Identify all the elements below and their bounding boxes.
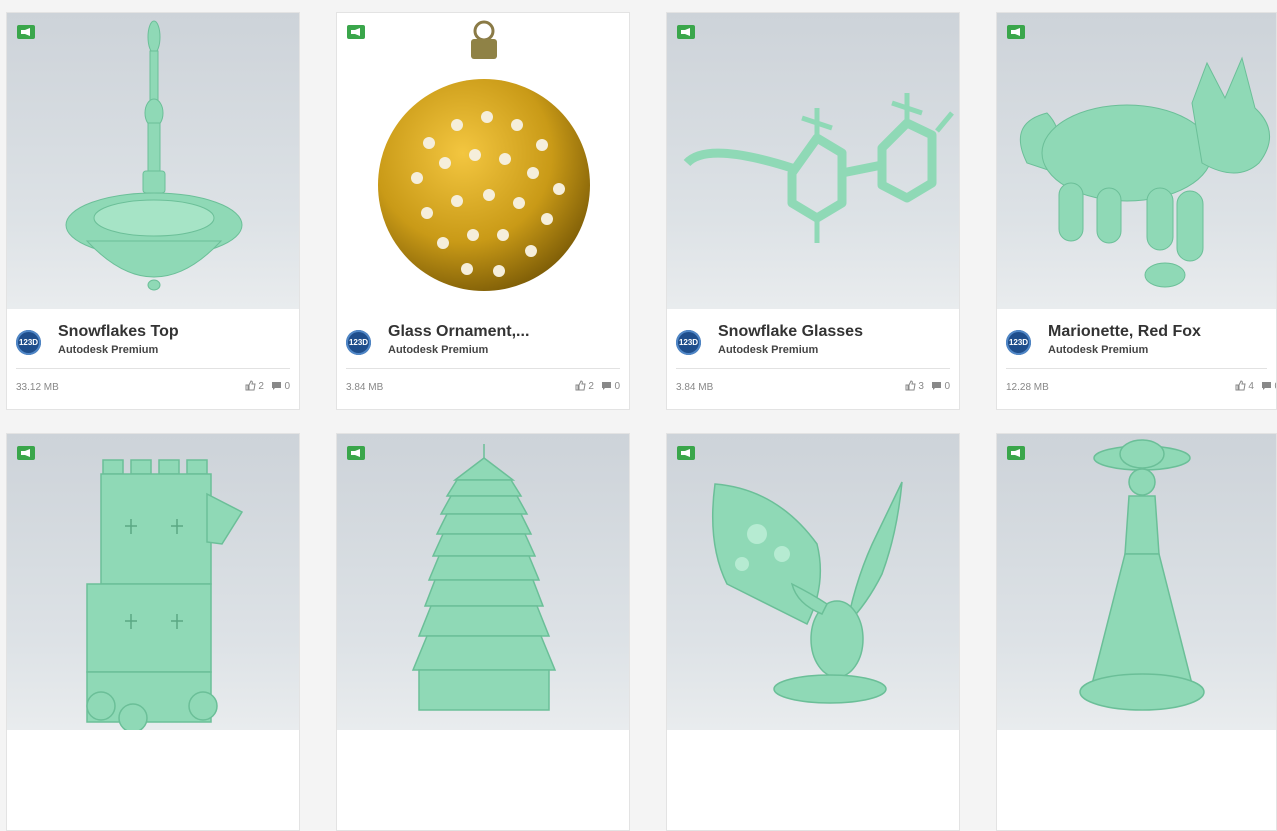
- comment-icon[interactable]: [601, 381, 612, 391]
- file-size: 3.84 MB: [346, 382, 384, 393]
- model-title[interactable]: Marionette, Red Fox: [1048, 323, 1276, 341]
- model-stats: 3 0: [905, 380, 950, 392]
- model-thumbnail[interactable]: [997, 434, 1276, 730]
- fox-icon: [1019, 56, 1271, 288]
- model-card[interactable]: 123D Snowflake Glasses Autodesk Premium …: [666, 12, 960, 410]
- thumbs-up-icon[interactable]: [245, 380, 256, 391]
- owner-avatar[interactable]: 123D: [676, 330, 701, 355]
- lady-figure-icon: [1079, 439, 1205, 711]
- divider: [346, 368, 620, 369]
- thumbs-up-icon[interactable]: [1235, 380, 1246, 391]
- comments-count: 0: [614, 381, 620, 392]
- promoted-megaphone-icon: [677, 446, 695, 460]
- file-size: 12.28 MB: [1006, 382, 1049, 393]
- ornament-icon: [378, 20, 590, 291]
- likes-count: 2: [258, 381, 264, 392]
- promoted-megaphone-icon: [1007, 446, 1025, 460]
- model-card[interactable]: 123D Marionette, Red Fox Autodesk Premiu…: [996, 12, 1277, 410]
- likes-count: 4: [1248, 381, 1254, 392]
- promoted-megaphone-icon: [677, 25, 695, 39]
- owner-name[interactable]: Autodesk Premium: [718, 344, 818, 356]
- owner-avatar[interactable]: 123D: [1006, 330, 1031, 355]
- file-size: 3.84 MB: [676, 382, 714, 393]
- owner-avatar[interactable]: 123D: [346, 330, 371, 355]
- owner-avatar[interactable]: 123D: [16, 330, 41, 355]
- model-card[interactable]: [336, 433, 630, 831]
- model-title[interactable]: Snowflake Glasses: [718, 323, 954, 341]
- model-stats: 4 0: [1235, 380, 1276, 392]
- model-thumbnail[interactable]: [667, 13, 959, 309]
- model-stats: 2 0: [575, 380, 620, 392]
- dragon-icon: [711, 481, 903, 704]
- model-card[interactable]: 123D Glass Ornament,... Autodesk Premium…: [336, 12, 630, 410]
- owner-name[interactable]: Autodesk Premium: [58, 344, 158, 356]
- model-card[interactable]: [996, 433, 1277, 831]
- model-stats: 2 0: [245, 380, 290, 392]
- comments-count: 0: [944, 381, 950, 392]
- likes-count: 2: [588, 381, 594, 392]
- glasses-icon: [683, 93, 954, 243]
- spinning-top-icon: [65, 20, 243, 291]
- promoted-megaphone-icon: [17, 25, 35, 39]
- model-thumbnail[interactable]: [997, 13, 1276, 309]
- model-card[interactable]: 123D Snowflakes Top Autodesk Premium 33.…: [6, 12, 300, 410]
- promoted-megaphone-icon: [347, 446, 365, 460]
- siege-tower-icon: [86, 459, 244, 730]
- promoted-megaphone-icon: [347, 25, 365, 39]
- comments-count: 0: [284, 381, 290, 392]
- likes-count: 3: [918, 381, 924, 392]
- model-title[interactable]: Glass Ornament,...: [388, 323, 624, 341]
- pagoda-icon: [411, 444, 557, 711]
- model-thumbnail[interactable]: [7, 434, 299, 730]
- file-size: 33.12 MB: [16, 382, 59, 393]
- model-card[interactable]: [666, 433, 960, 831]
- promoted-megaphone-icon: [17, 446, 35, 460]
- divider: [1006, 368, 1267, 369]
- comment-icon[interactable]: [931, 381, 942, 391]
- model-title[interactable]: Snowflakes Top: [58, 323, 294, 341]
- divider: [676, 368, 950, 369]
- promoted-megaphone-icon: [1007, 25, 1025, 39]
- model-thumbnail[interactable]: [7, 13, 299, 309]
- model-card[interactable]: [6, 433, 300, 831]
- thumbs-up-icon[interactable]: [905, 380, 916, 391]
- model-thumbnail[interactable]: [667, 434, 959, 730]
- model-thumbnail[interactable]: [337, 13, 629, 309]
- owner-name[interactable]: Autodesk Premium: [1048, 344, 1148, 356]
- comment-icon[interactable]: [271, 381, 282, 391]
- model-thumbnail[interactable]: [337, 434, 629, 730]
- comment-icon[interactable]: [1261, 381, 1272, 391]
- thumbs-up-icon[interactable]: [575, 380, 586, 391]
- divider: [16, 368, 290, 369]
- owner-name[interactable]: Autodesk Premium: [388, 344, 488, 356]
